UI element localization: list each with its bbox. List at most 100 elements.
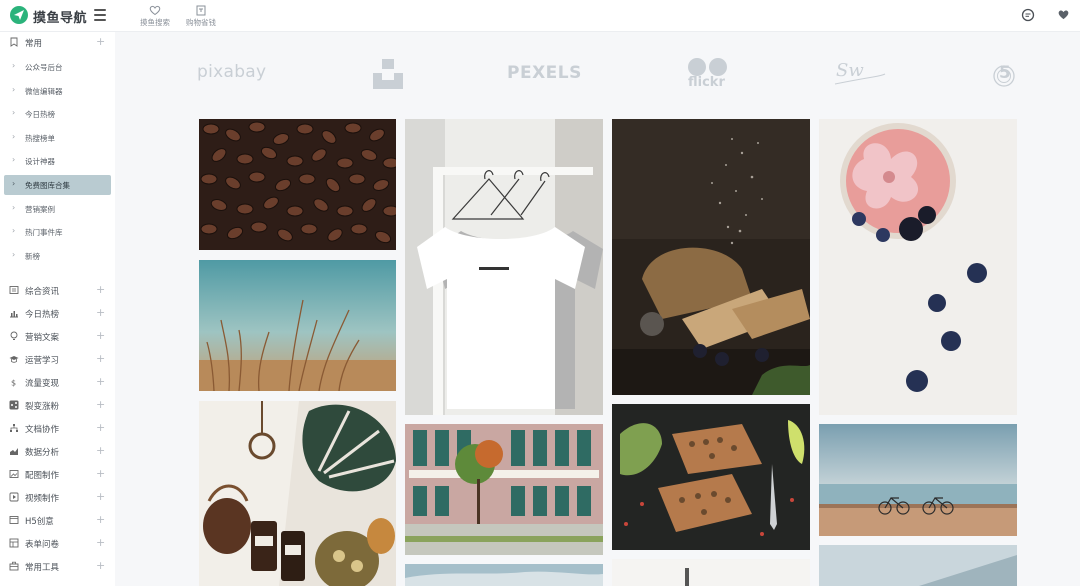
- sidebar-item-events[interactable]: › 热门事件库: [0, 222, 115, 242]
- chat-icon[interactable]: [1021, 8, 1035, 22]
- sidebar-item-gzh[interactable]: › 公众号后台: [0, 57, 115, 77]
- plus-icon[interactable]: +: [96, 329, 105, 342]
- pixabay-logo[interactable]: pixabay: [197, 62, 266, 82]
- nav-shopping[interactable]: 购物省钱: [186, 3, 216, 28]
- sidebar-group-analytics[interactable]: 数据分析 +: [0, 442, 115, 462]
- photo-plants-and-pottery[interactable]: [199, 401, 396, 586]
- heart-icon[interactable]: [1057, 8, 1070, 21]
- tshirts-image: [405, 119, 603, 415]
- sidebar-group-tools[interactable]: 常用工具 +: [0, 557, 115, 577]
- sidebar: 常用 + › 公众号后台 › 微信编辑器 › 今日热榜 › 热搜榜单 › 设计神器 › 免费…: [0, 32, 115, 586]
- sidebar-group-growth[interactable]: 裂变涨粉 +: [0, 396, 115, 416]
- stocksnap-wordmark: Sw: [836, 60, 864, 81]
- sidebar-item-label: 微信编辑器: [25, 87, 63, 96]
- sidebar-item-hot-search[interactable]: › 热搜榜单: [0, 128, 115, 148]
- plants-pottery-image: [199, 401, 396, 586]
- plus-icon[interactable]: +: [96, 444, 105, 457]
- sidebar-group-h5[interactable]: H5创意 +: [0, 511, 115, 531]
- sidebar-group-label: 运营学习: [25, 356, 60, 366]
- photo-kitchen-partial[interactable]: [612, 559, 810, 586]
- grass-field-image: [199, 260, 396, 391]
- chevron-right-icon: ›: [12, 226, 16, 235]
- photo-grass-field[interactable]: [199, 260, 396, 391]
- money-icon: $: [11, 379, 16, 388]
- plus-icon[interactable]: +: [96, 513, 105, 526]
- stocksnap-logo[interactable]: Sw: [833, 58, 887, 88]
- sidebar-item-wx-editor[interactable]: › 微信编辑器: [0, 81, 115, 101]
- sidebar-group-learning[interactable]: 运营学习 +: [0, 350, 115, 370]
- photo-bridge-partial[interactable]: [819, 545, 1017, 586]
- flickr-wordmark: flickr: [688, 75, 725, 90]
- chevron-right-icon: ›: [12, 108, 16, 117]
- photo-coffee-beans[interactable]: [199, 119, 396, 250]
- plus-icon[interactable]: +: [96, 536, 105, 549]
- sidebar-item-label: 免费图库合集: [25, 181, 70, 190]
- sidebar-group-video[interactable]: 视频制作 +: [0, 488, 115, 508]
- chevron-right-icon: ›: [12, 85, 16, 94]
- sidebar-group-label: 综合资讯: [25, 287, 60, 297]
- flickr-logo[interactable]: flickr: [686, 57, 730, 93]
- sidebar-item-label: 热搜榜单: [25, 134, 55, 143]
- image-icon: [9, 470, 19, 478]
- plus-icon[interactable]: +: [96, 559, 105, 572]
- svg-text:$: $: [11, 379, 16, 388]
- sidebar-group-docs[interactable]: 文档协作 +: [0, 419, 115, 439]
- photo-building-facade[interactable]: [405, 424, 603, 555]
- plus-icon[interactable]: +: [96, 421, 105, 434]
- sidebar-item-label: 公众号后台: [25, 63, 63, 72]
- area-chart-icon: [10, 448, 18, 455]
- photo-sky-partial[interactable]: [405, 564, 603, 586]
- menu-toggle-icon[interactable]: [94, 9, 106, 21]
- 500px-logo[interactable]: 5: [992, 60, 1016, 88]
- sidebar-group-monetize[interactable]: $ 流量变现 +: [0, 373, 115, 393]
- photo-bread-with-flour[interactable]: [612, 119, 810, 395]
- bag-icon: [196, 5, 206, 16]
- sidebar-group-images[interactable]: 配图制作 +: [0, 465, 115, 485]
- building-facade-image: [405, 424, 603, 555]
- plus-icon[interactable]: +: [96, 35, 105, 48]
- plus-icon[interactable]: +: [96, 490, 105, 503]
- chevron-right-icon: ›: [12, 155, 16, 164]
- plus-icon[interactable]: +: [96, 398, 105, 411]
- graduation-cap-icon: [9, 356, 19, 363]
- sidebar-group-news[interactable]: 综合资讯 +: [0, 281, 115, 301]
- sky-image: [405, 564, 603, 586]
- bridge-image: [819, 545, 1017, 586]
- photo-white-tshirts[interactable]: [405, 119, 603, 415]
- bookmark-icon: [10, 37, 18, 47]
- sidebar-group-label: 营销文案: [25, 333, 60, 343]
- paper-plane-logo-icon[interactable]: [10, 6, 28, 24]
- sidebar-group-label: 流量变现: [25, 379, 60, 389]
- sidebar-item-newrank[interactable]: › 新榜: [0, 246, 115, 266]
- sidebar-item-design[interactable]: › 设计神器: [0, 151, 115, 171]
- plus-icon[interactable]: +: [96, 283, 105, 296]
- nav-search[interactable]: 摸鱼搜索: [140, 3, 170, 28]
- sidebar-group-hotlist[interactable]: 今日热榜 +: [0, 304, 115, 324]
- 500px-wordmark: 5: [999, 63, 1011, 83]
- photo-bikes-by-sea[interactable]: [819, 424, 1017, 536]
- brand-title[interactable]: 摸鱼导航: [33, 7, 87, 26]
- plus-icon[interactable]: +: [96, 467, 105, 480]
- news-icon: [9, 286, 19, 294]
- sidebar-group-label: 视频制作: [25, 494, 60, 504]
- photo-fruit-bowl[interactable]: [819, 119, 1017, 415]
- sidebar-group-common[interactable]: 常用 +: [0, 33, 115, 53]
- sidebar-group-forms[interactable]: 表单问卷 +: [0, 534, 115, 554]
- toolbox-icon: [9, 561, 19, 571]
- sidebar-item-free-images[interactable]: › 免费图库合集: [4, 175, 111, 195]
- plus-icon[interactable]: +: [96, 352, 105, 365]
- bar-chart-icon: [10, 311, 18, 318]
- sidebar-item-hot-today[interactable]: › 今日热榜: [0, 104, 115, 124]
- plus-icon[interactable]: +: [96, 306, 105, 319]
- sidebar-item-label: 今日热榜: [25, 110, 55, 119]
- unsplash-logo-icon[interactable]: [373, 59, 403, 89]
- sidebar-item-marketing[interactable]: › 营销案例: [0, 199, 115, 219]
- coffee-beans-image: [199, 119, 396, 250]
- share-icon: [9, 400, 19, 410]
- bread-image: [612, 119, 810, 395]
- photo-food-platter[interactable]: [612, 404, 810, 550]
- pexels-logo[interactable]: PEXELS: [507, 63, 582, 83]
- plus-icon[interactable]: +: [96, 375, 105, 388]
- sidebar-group-label: 裂变涨粉: [25, 402, 60, 412]
- sidebar-group-copywriting[interactable]: 营销文案 +: [0, 327, 115, 347]
